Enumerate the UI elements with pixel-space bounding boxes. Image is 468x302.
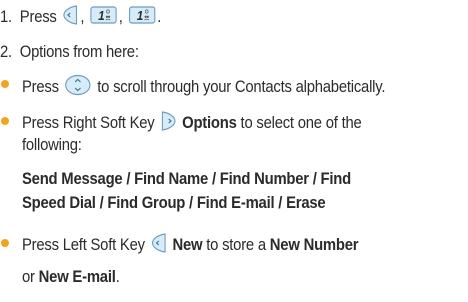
new-label: New — [172, 235, 203, 254]
options-list-line-2: Speed Dial / Find Group / Find E-mail / … — [22, 194, 326, 212]
left-soft-key-icon — [151, 233, 167, 258]
options-label: Options — [182, 113, 237, 132]
svg-text:1: 1 — [136, 8, 143, 23]
bullet-new-middle: to store a — [206, 235, 266, 254]
left-soft-key-icon — [62, 5, 78, 30]
bullet-scroll: Press to scroll through your Contacts al… — [22, 74, 385, 101]
step-1-separator-2: , — [118, 7, 123, 26]
bullet-scroll-text: to scroll through your Contacts alphabet… — [97, 77, 386, 96]
step-2-text: Options from here: — [19, 43, 139, 61]
step-1-end: . — [157, 7, 162, 26]
bullet-dot — [1, 117, 9, 125]
key-1-icon: 1 — [90, 5, 117, 30]
svg-text:1: 1 — [98, 8, 105, 23]
bullet-options-press: Press Right Soft Key — [22, 113, 155, 132]
key-1-icon: 1 — [128, 5, 156, 30]
right-soft-key-icon — [160, 111, 176, 136]
new-number-label: New Number — [269, 235, 359, 254]
bullet-new-line-2: or New E-mail. — [22, 267, 120, 287]
step-1-separator-1: , — [80, 7, 85, 26]
bullet-options-line-2: following: — [22, 136, 82, 154]
step-1-press-text: Press — [19, 7, 57, 26]
step-2: 2. Options from here: — [0, 42, 139, 62]
bullet-new-or: or — [22, 268, 35, 286]
bullet-new-end: . — [115, 268, 120, 286]
bullet-options-text: to select one of the — [240, 113, 362, 132]
step-2-number: 2. — [0, 43, 12, 61]
bullet-new: Press Left Soft Key New to store a New N… — [22, 233, 359, 258]
bullet-new-press: Press Left Soft Key — [22, 235, 145, 254]
instruction-document: 1. Press , 1 , 1 . 2. Options from here:… — [0, 0, 468, 302]
step-1: 1. Press , 1 , 1 . — [0, 5, 161, 30]
options-list-line-1: Send Message / Find Name / Find Number /… — [22, 170, 352, 188]
bullet-dot — [1, 239, 9, 247]
bullet-dot — [1, 80, 9, 88]
step-1-number: 1. — [0, 7, 12, 26]
new-email-label: New E-mail — [38, 268, 116, 286]
bullet-scroll-press: Press — [22, 77, 59, 96]
navigation-key-icon — [65, 74, 92, 101]
bullet-options: Press Right Soft Key Options to select o… — [22, 111, 362, 136]
